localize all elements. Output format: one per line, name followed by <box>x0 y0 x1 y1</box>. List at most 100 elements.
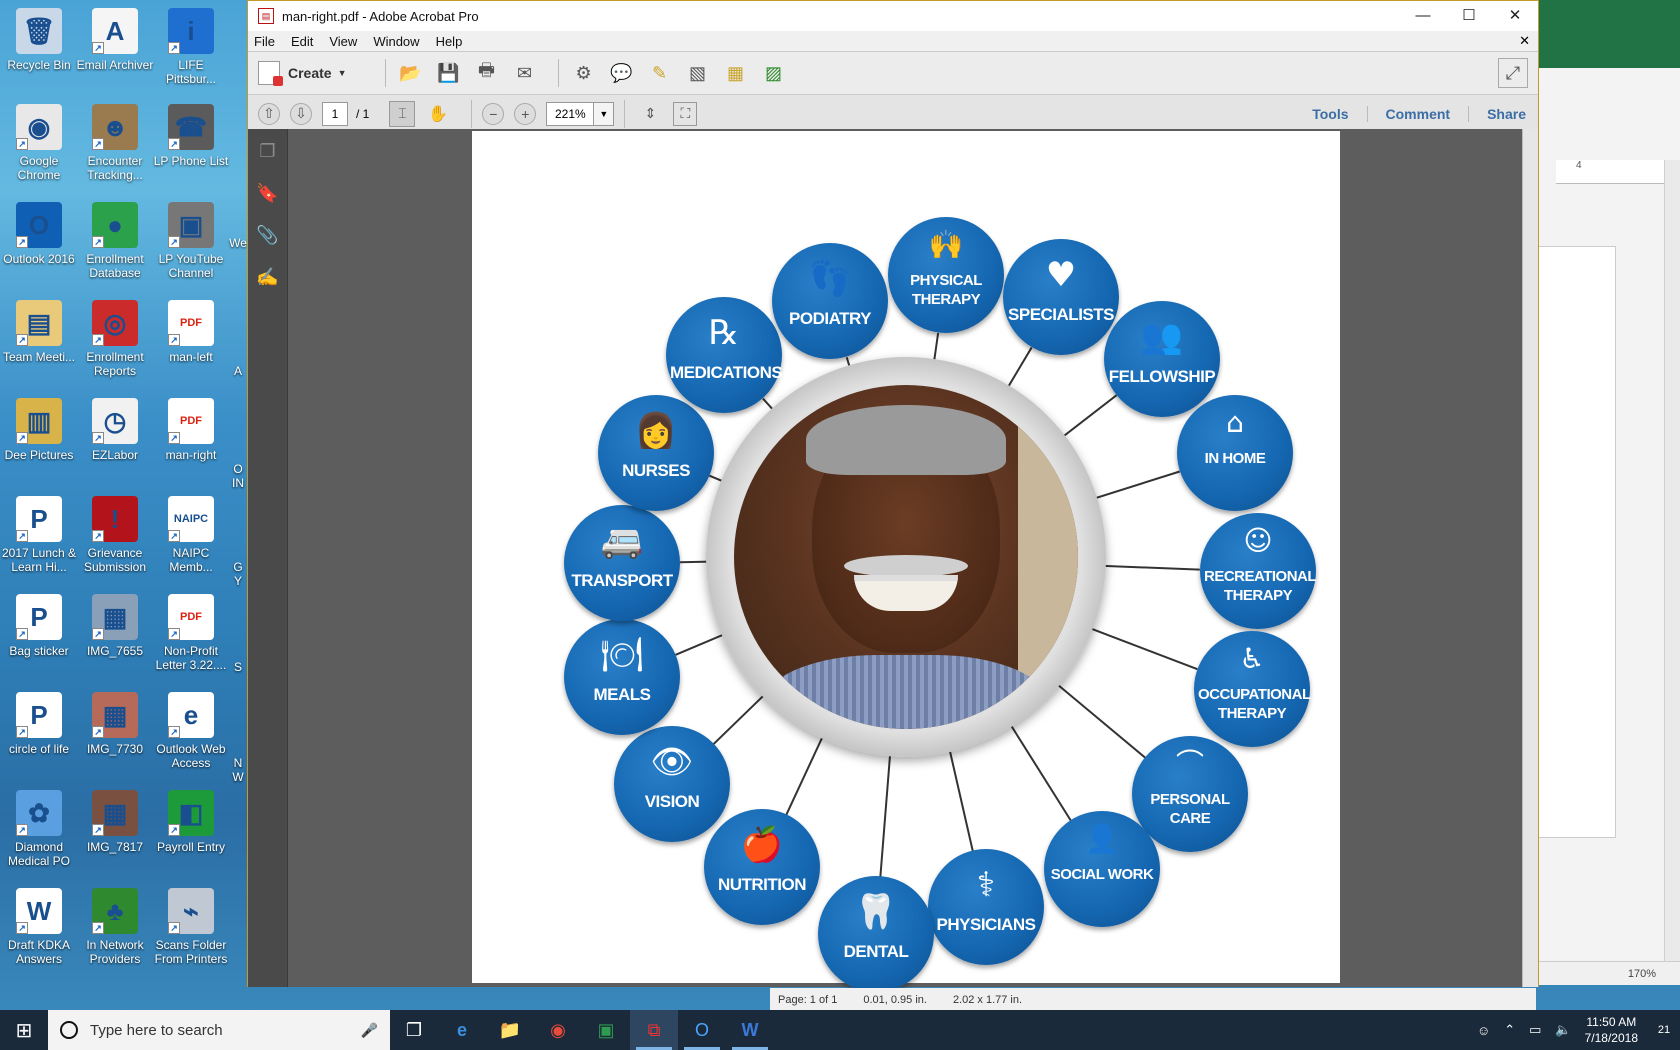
file-explorer-icon[interactable]: 📁 <box>486 1010 534 1050</box>
desktop-icon[interactable]: ◉ ↗ Google Chrome <box>0 104 78 182</box>
microphone-icon[interactable]: 🎤 <box>361 1022 378 1039</box>
desktop-icon[interactable]: e ↗ Outlook Web Access <box>152 692 230 770</box>
desktop-icon[interactable]: ☎ ↗ LP Phone List <box>152 104 230 168</box>
task-view-icon[interactable]: ❐ <box>390 1010 438 1050</box>
search-box[interactable]: Type here to search 🎤 <box>48 1010 390 1050</box>
desktop-icon[interactable]: ▥ ↗ Dee Pictures <box>0 398 78 462</box>
desktop-icon[interactable]: ☻ ↗ Encounter Tracking... <box>76 104 154 182</box>
menu-edit[interactable]: Edit <box>291 34 313 49</box>
windows-start-icon[interactable]: ⊞ <box>0 1010 48 1050</box>
page-down-icon[interactable]: ⇩ <box>290 102 312 125</box>
close-button[interactable]: ✕ <box>1492 1 1538 31</box>
open-folder-icon[interactable]: 📂 <box>396 58 426 88</box>
desktop-icon[interactable]: NAIPC ↗ NAIPC Memb... <box>152 496 230 574</box>
desktop-icon-partial[interactable]: N W <box>228 756 248 784</box>
desktop-icon-partial[interactable]: We <box>228 236 248 250</box>
hand-tool-icon[interactable]: ✋ <box>423 99 453 129</box>
page-number-input[interactable]: 1 <box>322 101 348 126</box>
close-document-icon[interactable]: ✕ <box>1519 33 1530 49</box>
desktop-icon[interactable]: ♣ ↗ In Network Providers <box>76 888 154 966</box>
desktop-icon-partial[interactable]: O IN <box>228 462 248 490</box>
desktop-icon[interactable]: ⌁ ↗ Scans Folder From Printers <box>152 888 230 966</box>
desktop-icon[interactable]: P ↗ Bag sticker <box>0 594 78 658</box>
desktop-icon[interactable]: ▣ ↗ LP YouTube Channel <box>152 202 230 280</box>
comment-link[interactable]: Comment <box>1366 106 1450 122</box>
people-icon[interactable]: ☺ <box>1477 1023 1490 1038</box>
edge-icon[interactable]: e <box>438 1010 486 1050</box>
comment-bubble-icon[interactable]: 💬 <box>607 58 637 88</box>
export-pdf-icon[interactable]: ▦ <box>721 58 751 88</box>
desktop-icon[interactable]: P ↗ circle of life <box>0 692 78 756</box>
document-stamp-icon[interactable]: ▧ <box>683 58 713 88</box>
page-up-icon[interactable]: ⇧ <box>258 102 280 125</box>
word-scrollbar[interactable] <box>1664 160 1680 980</box>
desktop-icon[interactable]: ● ↗ Enrollment Database <box>76 202 154 280</box>
desktop-app-icon: ▦ ↗ <box>92 594 138 640</box>
network-icon[interactable]: ▭ <box>1529 1022 1541 1038</box>
outlook-taskbar-icon[interactable]: O <box>678 1010 726 1050</box>
zoom-dropdown-icon[interactable]: ▼ <box>594 101 615 126</box>
desktop-icon[interactable]: ! ↗ Grievance Submission <box>76 496 154 574</box>
background-word-window[interactable]: 4 170% <box>1536 0 1680 985</box>
expand-icon[interactable]: ⤢ <box>1498 58 1528 88</box>
desktop-icon[interactable]: ✿ ↗ Diamond Medical PO <box>0 790 78 868</box>
share-pdf-icon[interactable]: ▨ <box>759 58 789 88</box>
show-hidden-icons-chevron[interactable]: ⌃ <box>1504 1022 1515 1038</box>
fit-page-icon[interactable]: ⇕ <box>635 99 665 129</box>
tools-link[interactable]: Tools <box>1294 106 1348 122</box>
desktop-icon[interactable]: ◷ ↗ EZLabor <box>76 398 154 462</box>
clock[interactable]: 11:50 AM 7/18/2018 <box>1585 1014 1638 1046</box>
page-thumbnails-icon[interactable]: ❐ <box>256 141 280 165</box>
select-tool-icon[interactable]: ⌶ <box>389 100 416 127</box>
desktop-icon[interactable]: ◎ ↗ Enrollment Reports <box>76 300 154 378</box>
print-icon[interactable]: 🖶 <box>472 58 502 88</box>
action-center-icon[interactable]: 21 <box>1648 1010 1680 1050</box>
chrome-icon[interactable]: ◉ <box>534 1010 582 1050</box>
menu-view[interactable]: View <box>329 34 357 49</box>
gear-icon[interactable]: ⚙ <box>569 58 599 88</box>
create-button[interactable]: Create ▼ <box>258 61 347 86</box>
desktop-icon[interactable]: PDF ↗ man-right <box>152 398 230 462</box>
paperclip-icon[interactable]: 📎 <box>256 225 280 249</box>
desktop-icon[interactable]: ▦ ↗ IMG_7730 <box>76 692 154 756</box>
desktop-icon[interactable]: 🗑 Recycle Bin <box>0 8 78 72</box>
desktop-icon[interactable]: ▦ ↗ IMG_7655 <box>76 594 154 658</box>
desktop-icon[interactable]: O ↗ Outlook 2016 <box>0 202 78 266</box>
desktop-icon[interactable]: PDF ↗ Non-Profit Letter 3.22.... <box>152 594 230 672</box>
zoom-level-input[interactable]: 221% <box>546 101 595 126</box>
desktop-icon[interactable]: W ↗ Draft KDKA Answers <box>0 888 78 966</box>
acrobat-titlebar[interactable]: ▤ man-right.pdf - Adobe Acrobat Pro — ☐ … <box>248 1 1538 31</box>
desktop-icon[interactable]: ◧ ↗ Payroll Entry <box>152 790 230 854</box>
desktop-icon[interactable]: ▤ ↗ Team Meeti... <box>0 300 78 364</box>
save-icon[interactable]: 💾 <box>434 58 464 88</box>
fullscreen-icon[interactable]: ⛶ <box>673 101 698 126</box>
desktop-icon-partial[interactable]: G Y <box>228 560 248 588</box>
desktop-icon[interactable]: PDF ↗ man-left <box>152 300 230 364</box>
maximize-button[interactable]: ☐ <box>1446 1 1492 31</box>
acrobat-taskbar-icon[interactable]: ⧉ <box>630 1010 678 1050</box>
desktop-icon-partial[interactable]: S <box>228 660 248 674</box>
desktop-icon[interactable]: i ↗ LIFE Pittsbur... <box>152 8 230 86</box>
menu-file[interactable]: File <box>254 34 275 49</box>
zoom-out-icon[interactable]: − <box>482 102 505 125</box>
desktop-icon[interactable]: P ↗ 2017 Lunch & Learn Hi... <box>0 496 78 574</box>
desktop-icon[interactable]: ▦ ↗ IMG_7817 <box>76 790 154 854</box>
taskbar: ⊞ Type here to search 🎤 ❐ e 📁 ◉ ▣ ⧉ O W … <box>0 1010 1680 1050</box>
share-link[interactable]: Share <box>1468 106 1526 122</box>
menu-help[interactable]: Help <box>436 34 463 49</box>
email-icon[interactable]: ✉ <box>510 58 540 88</box>
highlight-icon[interactable]: ✎ <box>645 58 675 88</box>
project-icon[interactable]: ▣ <box>582 1010 630 1050</box>
minimize-button[interactable]: — <box>1400 1 1446 31</box>
vertical-scrollbar[interactable] <box>1522 129 1538 987</box>
desktop-icon[interactable]: A ↗ Email Archiver <box>76 8 154 72</box>
menu-window[interactable]: Window <box>373 34 419 49</box>
volume-icon[interactable]: 🔈 <box>1555 1022 1571 1038</box>
desktop-icon-partial[interactable]: A <box>228 364 248 378</box>
document-area[interactable]: ❐ 🔖 📎 ✍ 🙌 PHYSICAL THERAPY ♥ SPECIALISTS 👥 FE… <box>248 129 1538 992</box>
signature-icon[interactable]: ✍ <box>256 267 280 291</box>
zoom-in-icon[interactable]: + <box>514 102 537 125</box>
bookmark-icon[interactable]: 🔖 <box>256 183 280 207</box>
word-taskbar-icon[interactable]: W <box>726 1010 774 1050</box>
word-zoom-level[interactable]: 170% <box>1628 968 1656 980</box>
